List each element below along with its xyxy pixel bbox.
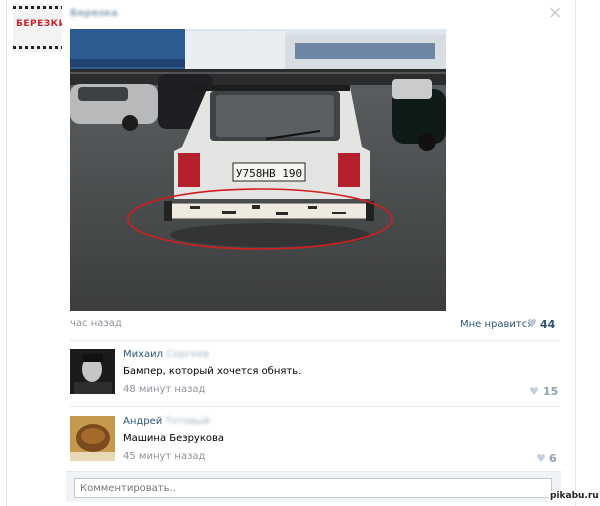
- comment-input[interactable]: [74, 478, 552, 498]
- close-icon[interactable]: ×: [548, 3, 562, 23]
- like-button-label[interactable]: Мне нравится: [460, 319, 533, 330]
- comment-time[interactable]: 48 минут назад: [123, 384, 205, 395]
- avatar-stripe: [13, 46, 62, 49]
- watermark-text: pikabu.ru: [548, 491, 600, 501]
- avatar-stripe: [13, 6, 62, 9]
- group-logo-text: БЕРЕЗКИ: [16, 19, 62, 29]
- heart-icon[interactable]: ♥: [529, 385, 539, 398]
- avatar-photo: [70, 349, 115, 394]
- comment-text: Бампер, который хочется обнять.: [123, 366, 302, 377]
- license-plate-text: У758НВ 190: [236, 167, 302, 180]
- vk-post-card: БЕРЕЗКИ Березка × У758НВ 190 час назад М…: [0, 0, 600, 506]
- post-timestamp[interactable]: час назад: [70, 318, 122, 329]
- comments-divider: [70, 340, 560, 341]
- comment-author[interactable]: Михаил Сергеев: [123, 349, 209, 360]
- comment-item: Андрей Тотовый Машина Безрукова 45 минут …: [70, 416, 560, 466]
- comment-author-surname-blurred[interactable]: Сергеев: [166, 349, 209, 360]
- comment-author[interactable]: Андрей Тотовый: [123, 416, 210, 427]
- comment-author-surname-blurred[interactable]: Тотовый: [165, 416, 209, 427]
- avatar-photo: [70, 416, 115, 461]
- comment-text: Машина Безрукова: [123, 433, 225, 444]
- card-left-border: [6, 0, 7, 506]
- card-right-border: [575, 0, 576, 506]
- heart-icon[interactable]: ♥: [536, 452, 546, 465]
- heart-icon[interactable]: ♥: [527, 317, 537, 330]
- comment-author-first-name[interactable]: Михаил: [123, 349, 163, 360]
- post-photo[interactable]: У758НВ 190: [70, 29, 446, 311]
- comment-time[interactable]: 45 минут назад: [123, 451, 205, 462]
- comment-author-first-name[interactable]: Андрей: [123, 416, 162, 427]
- group-avatar[interactable]: БЕРЕЗКИ: [13, 4, 62, 52]
- commenter-avatar[interactable]: [70, 416, 115, 461]
- like-count[interactable]: 44: [540, 318, 555, 331]
- comment-like-count[interactable]: 15: [543, 385, 558, 398]
- comment-item: Михаил Сергеев Бампер, который хочется об…: [70, 349, 560, 399]
- reply-area: [66, 471, 561, 502]
- group-name-link[interactable]: Березка: [70, 8, 118, 19]
- comment-like-count[interactable]: 6: [549, 452, 557, 465]
- commenter-avatar[interactable]: [70, 349, 115, 394]
- comment-divider: [70, 406, 560, 407]
- car-photo-illustration: У758НВ 190: [70, 29, 446, 311]
